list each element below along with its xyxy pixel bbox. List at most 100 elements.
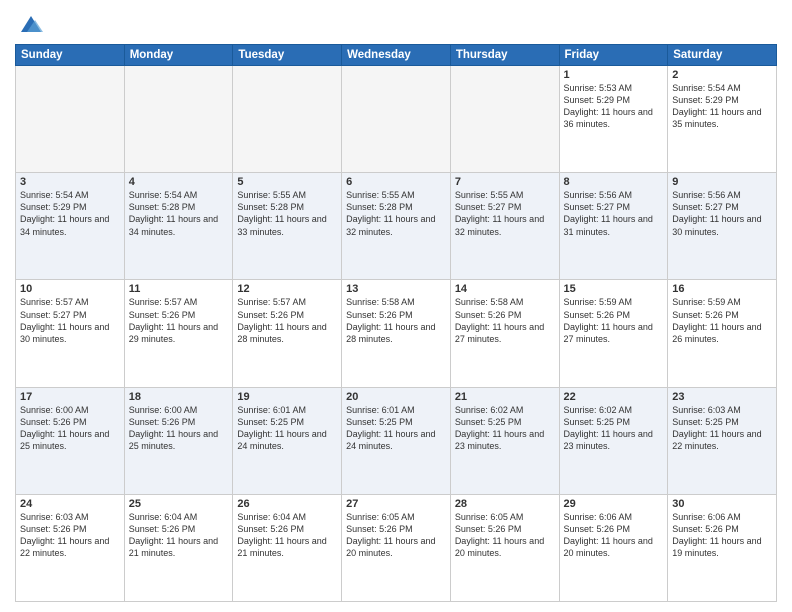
calendar-week-row: 24 Sunrise: 6:03 AM Sunset: 5:26 PM Dayl…	[16, 494, 777, 601]
daylight-label: Daylight: 11 hours and 22 minutes.	[20, 536, 109, 558]
day-number: 23	[672, 391, 772, 403]
sunset-label: Sunset: 5:26 PM	[129, 310, 196, 320]
sunrise-label: Sunrise: 6:05 AM	[346, 512, 415, 522]
daylight-label: Daylight: 11 hours and 32 minutes.	[455, 214, 544, 236]
day-info: Sunrise: 5:55 AM Sunset: 5:27 PM Dayligh…	[455, 189, 555, 238]
day-info: Sunrise: 6:02 AM Sunset: 5:25 PM Dayligh…	[455, 404, 555, 453]
sunrise-label: Sunrise: 6:05 AM	[455, 512, 524, 522]
day-number: 14	[455, 283, 555, 295]
calendar-cell: 18 Sunrise: 6:00 AM Sunset: 5:26 PM Dayl…	[124, 387, 233, 494]
daylight-label: Daylight: 11 hours and 25 minutes.	[20, 429, 109, 451]
day-number: 1	[564, 69, 664, 81]
sunset-label: Sunset: 5:26 PM	[455, 310, 522, 320]
calendar-cell: 24 Sunrise: 6:03 AM Sunset: 5:26 PM Dayl…	[16, 494, 125, 601]
day-info: Sunrise: 6:00 AM Sunset: 5:26 PM Dayligh…	[20, 404, 120, 453]
calendar-cell: 23 Sunrise: 6:03 AM Sunset: 5:25 PM Dayl…	[668, 387, 777, 494]
day-number: 8	[564, 176, 664, 188]
sunrise-label: Sunrise: 6:04 AM	[129, 512, 198, 522]
daylight-label: Daylight: 11 hours and 21 minutes.	[129, 536, 218, 558]
sunrise-label: Sunrise: 5:54 AM	[129, 190, 198, 200]
day-info: Sunrise: 5:55 AM Sunset: 5:28 PM Dayligh…	[346, 189, 446, 238]
sunset-label: Sunset: 5:26 PM	[346, 524, 413, 534]
sunset-label: Sunset: 5:26 PM	[346, 310, 413, 320]
sunset-label: Sunset: 5:25 PM	[237, 417, 304, 427]
sunrise-label: Sunrise: 5:54 AM	[672, 83, 741, 93]
day-info: Sunrise: 6:06 AM Sunset: 5:26 PM Dayligh…	[672, 511, 772, 560]
calendar-cell: 25 Sunrise: 6:04 AM Sunset: 5:26 PM Dayl…	[124, 494, 233, 601]
day-info: Sunrise: 5:55 AM Sunset: 5:28 PM Dayligh…	[237, 189, 337, 238]
day-info: Sunrise: 6:06 AM Sunset: 5:26 PM Dayligh…	[564, 511, 664, 560]
sunset-label: Sunset: 5:28 PM	[346, 202, 413, 212]
day-number: 28	[455, 498, 555, 510]
sunrise-label: Sunrise: 5:57 AM	[237, 297, 306, 307]
sunrise-label: Sunrise: 6:00 AM	[20, 405, 89, 415]
sunset-label: Sunset: 5:26 PM	[237, 524, 304, 534]
calendar-cell: 22 Sunrise: 6:02 AM Sunset: 5:25 PM Dayl…	[559, 387, 668, 494]
sunrise-label: Sunrise: 6:06 AM	[564, 512, 633, 522]
daylight-label: Daylight: 11 hours and 27 minutes.	[455, 322, 544, 344]
page: SundayMondayTuesdayWednesdayThursdayFrid…	[0, 0, 792, 612]
sunset-label: Sunset: 5:26 PM	[129, 417, 196, 427]
daylight-label: Daylight: 11 hours and 25 minutes.	[129, 429, 218, 451]
day-number: 18	[129, 391, 229, 403]
sunset-label: Sunset: 5:26 PM	[20, 417, 87, 427]
sunset-label: Sunset: 5:26 PM	[237, 310, 304, 320]
calendar-cell: 16 Sunrise: 5:59 AM Sunset: 5:26 PM Dayl…	[668, 280, 777, 387]
day-info: Sunrise: 5:59 AM Sunset: 5:26 PM Dayligh…	[672, 296, 772, 345]
logo	[15, 10, 45, 38]
sunset-label: Sunset: 5:25 PM	[346, 417, 413, 427]
day-number: 11	[129, 283, 229, 295]
day-info: Sunrise: 5:59 AM Sunset: 5:26 PM Dayligh…	[564, 296, 664, 345]
sunrise-label: Sunrise: 5:59 AM	[564, 297, 633, 307]
day-info: Sunrise: 5:57 AM Sunset: 5:26 PM Dayligh…	[129, 296, 229, 345]
calendar-cell	[233, 66, 342, 173]
calendar-day-header: Wednesday	[342, 45, 451, 66]
sunrise-label: Sunrise: 6:03 AM	[20, 512, 89, 522]
daylight-label: Daylight: 11 hours and 28 minutes.	[346, 322, 435, 344]
sunset-label: Sunset: 5:25 PM	[564, 417, 631, 427]
calendar-week-row: 10 Sunrise: 5:57 AM Sunset: 5:27 PM Dayl…	[16, 280, 777, 387]
day-number: 2	[672, 69, 772, 81]
calendar-cell: 6 Sunrise: 5:55 AM Sunset: 5:28 PM Dayli…	[342, 173, 451, 280]
sunrise-label: Sunrise: 5:53 AM	[564, 83, 633, 93]
sunrise-label: Sunrise: 5:54 AM	[20, 190, 89, 200]
day-number: 30	[672, 498, 772, 510]
sunrise-label: Sunrise: 5:55 AM	[455, 190, 524, 200]
logo-icon	[17, 10, 45, 38]
sunrise-label: Sunrise: 6:02 AM	[455, 405, 524, 415]
day-number: 20	[346, 391, 446, 403]
calendar-day-header: Thursday	[450, 45, 559, 66]
daylight-label: Daylight: 11 hours and 36 minutes.	[564, 107, 653, 129]
sunset-label: Sunset: 5:29 PM	[672, 95, 739, 105]
day-info: Sunrise: 6:05 AM Sunset: 5:26 PM Dayligh…	[455, 511, 555, 560]
sunset-label: Sunset: 5:26 PM	[564, 524, 631, 534]
calendar-day-header: Sunday	[16, 45, 125, 66]
day-number: 3	[20, 176, 120, 188]
day-number: 26	[237, 498, 337, 510]
sunset-label: Sunset: 5:29 PM	[564, 95, 631, 105]
calendar-cell: 26 Sunrise: 6:04 AM Sunset: 5:26 PM Dayl…	[233, 494, 342, 601]
sunset-label: Sunset: 5:29 PM	[20, 202, 87, 212]
daylight-label: Daylight: 11 hours and 23 minutes.	[455, 429, 544, 451]
daylight-label: Daylight: 11 hours and 21 minutes.	[237, 536, 326, 558]
calendar-cell: 29 Sunrise: 6:06 AM Sunset: 5:26 PM Dayl…	[559, 494, 668, 601]
daylight-label: Daylight: 11 hours and 24 minutes.	[346, 429, 435, 451]
daylight-label: Daylight: 11 hours and 19 minutes.	[672, 536, 761, 558]
calendar-cell	[124, 66, 233, 173]
calendar-cell: 7 Sunrise: 5:55 AM Sunset: 5:27 PM Dayli…	[450, 173, 559, 280]
day-info: Sunrise: 5:54 AM Sunset: 5:29 PM Dayligh…	[20, 189, 120, 238]
sunset-label: Sunset: 5:28 PM	[237, 202, 304, 212]
day-number: 4	[129, 176, 229, 188]
sunset-label: Sunset: 5:27 PM	[672, 202, 739, 212]
calendar-week-row: 17 Sunrise: 6:00 AM Sunset: 5:26 PM Dayl…	[16, 387, 777, 494]
day-number: 16	[672, 283, 772, 295]
calendar-cell: 19 Sunrise: 6:01 AM Sunset: 5:25 PM Dayl…	[233, 387, 342, 494]
sunset-label: Sunset: 5:26 PM	[672, 310, 739, 320]
sunset-label: Sunset: 5:27 PM	[455, 202, 522, 212]
daylight-label: Daylight: 11 hours and 34 minutes.	[20, 214, 109, 236]
sunrise-label: Sunrise: 6:01 AM	[237, 405, 306, 415]
day-info: Sunrise: 5:57 AM Sunset: 5:26 PM Dayligh…	[237, 296, 337, 345]
calendar-cell: 2 Sunrise: 5:54 AM Sunset: 5:29 PM Dayli…	[668, 66, 777, 173]
sunrise-label: Sunrise: 5:59 AM	[672, 297, 741, 307]
day-info: Sunrise: 5:53 AM Sunset: 5:29 PM Dayligh…	[564, 82, 664, 131]
